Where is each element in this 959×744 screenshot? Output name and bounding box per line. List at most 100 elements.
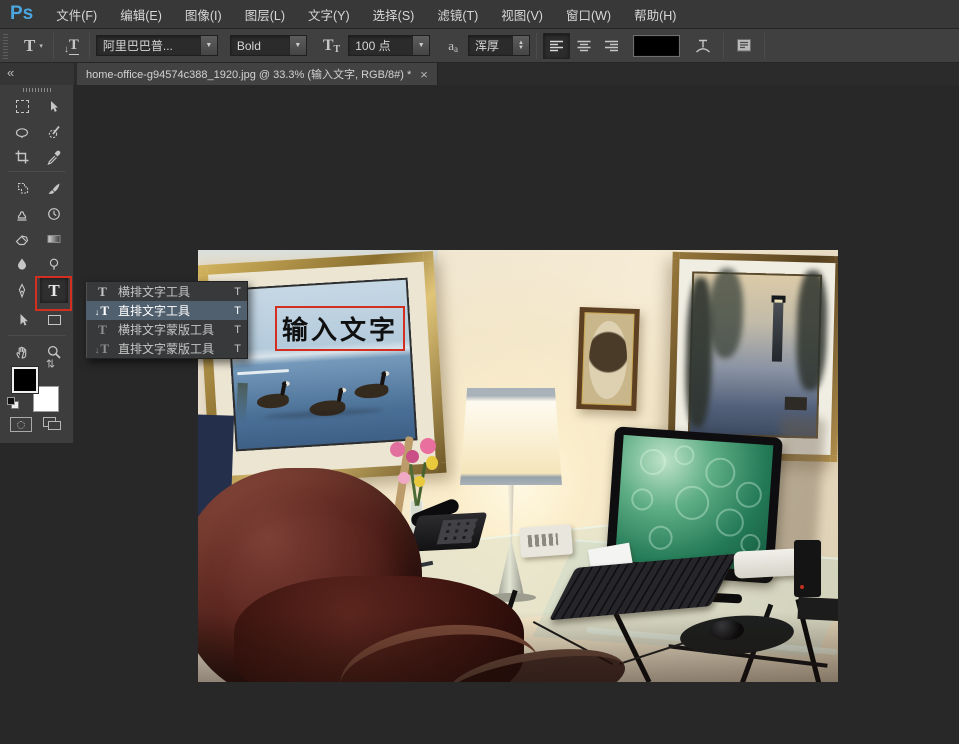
document-canvas[interactable]: 输入文字 — [198, 250, 838, 682]
hand-icon — [14, 344, 30, 360]
brush-icon — [46, 181, 62, 197]
house — [785, 397, 807, 411]
divider — [8, 335, 66, 336]
quick-selection-tool[interactable] — [40, 119, 68, 144]
menu-help[interactable]: 帮助(H) — [634, 5, 676, 24]
default-colors-icon[interactable] — [7, 397, 20, 410]
flyout-item-shortcut: T — [229, 343, 241, 355]
flyout-item-horizontal-type[interactable]: T 横排文字工具 T — [86, 282, 247, 301]
font-size-dropdown-button[interactable]: ▼ — [412, 36, 429, 55]
foreground-color-swatch[interactable] — [12, 367, 38, 393]
menu-edit[interactable]: 编辑(E) — [120, 5, 162, 24]
trees-right — [795, 270, 828, 391]
type-tool-flyout-menu: T 横排文字工具 T ↓T 直排文字工具 T T 横排文字蒙版工具 T ↓T 直… — [85, 281, 248, 359]
close-icon[interactable]: × — [420, 69, 428, 80]
font-size-icon: T T — [319, 37, 344, 55]
align-center-icon — [576, 39, 592, 53]
font-family-value: 阿里巴巴普... — [97, 37, 200, 54]
eraser-icon — [14, 231, 30, 247]
path-selection-tool[interactable] — [8, 307, 36, 332]
menu-image[interactable]: 图像(I) — [185, 5, 222, 24]
document-tab[interactable]: home-office-g94574c388_1920.jpg @ 33.3% … — [77, 63, 438, 85]
flower-magenta — [406, 450, 419, 463]
device-buttons — [528, 533, 559, 547]
lasso-icon — [14, 124, 30, 140]
quick-mask-button[interactable] — [10, 417, 32, 432]
screen-mode-button[interactable] — [41, 415, 63, 437]
gradient-tool[interactable] — [40, 226, 68, 251]
menu-view[interactable]: 视图(V) — [501, 5, 543, 24]
tools-grip[interactable] — [23, 88, 51, 92]
menu-window[interactable]: 窗口(W) — [566, 5, 611, 24]
anti-alias-value: 浑厚 — [469, 37, 512, 54]
options-grip[interactable] — [3, 33, 8, 59]
align-center-button[interactable] — [570, 33, 597, 59]
align-left-button[interactable] — [543, 33, 570, 59]
swap-colors-icon[interactable]: ⇄ — [44, 359, 57, 368]
separator — [53, 33, 54, 59]
flyout-item-shortcut: T — [229, 324, 241, 336]
history-brush-tool[interactable] — [40, 201, 68, 226]
font-style-select[interactable]: Bold ▼ — [230, 35, 307, 56]
flower-pink — [420, 438, 436, 454]
eyedropper-tool[interactable] — [40, 144, 68, 169]
menu-filter[interactable]: 滤镜(T) — [437, 5, 478, 24]
healing-patch-icon — [14, 181, 30, 197]
flyout-item-shortcut: T — [229, 305, 241, 317]
eraser-tool[interactable] — [8, 226, 36, 251]
flower-pink — [390, 442, 405, 457]
clone-stamp-tool[interactable] — [8, 201, 36, 226]
font-size-select[interactable]: 100 点 ▼ — [348, 35, 430, 56]
anti-alias-select[interactable]: 浑厚 ▲ ▼ — [468, 35, 530, 56]
font-style-dropdown-button[interactable]: ▼ — [289, 36, 306, 55]
hand-tool[interactable] — [8, 339, 36, 364]
crop-tool[interactable] — [8, 144, 36, 169]
text-color-swatch[interactable] — [634, 36, 679, 56]
align-right-button[interactable] — [597, 33, 624, 59]
toggle-text-orientation-button[interactable]: ↓ T — [60, 37, 83, 55]
anti-alias-stepper[interactable]: ▲ ▼ — [512, 36, 529, 55]
oval-picture — [588, 320, 629, 399]
router — [733, 548, 800, 578]
pen-tool[interactable] — [8, 278, 36, 303]
warp-text-button[interactable] — [689, 37, 717, 55]
speaker-led — [800, 585, 804, 589]
flower-lightpink — [398, 472, 410, 484]
anti-alias-icon: a a — [444, 38, 462, 54]
flyout-item-vertical-type-mask[interactable]: ↓T 直排文字蒙版工具 T — [86, 339, 247, 358]
photoshop-logo[interactable]: Ps — [10, 3, 33, 25]
menu-file[interactable]: 文件(F) — [56, 5, 97, 24]
dodge-tool[interactable] — [40, 251, 68, 276]
orientation-letter: T — [69, 37, 79, 55]
type-tool-preset[interactable]: T ▾ — [20, 36, 47, 56]
align-right-icon — [603, 39, 619, 53]
menu-select[interactable]: 选择(S) — [373, 5, 415, 24]
font-family-select[interactable]: 阿里巴巴普... ▼ — [96, 35, 218, 56]
blur-tool[interactable] — [8, 251, 36, 276]
gradient-icon — [46, 231, 62, 247]
flyout-icon-arrow: ↓ — [95, 345, 100, 355]
flower-yellow — [414, 476, 425, 487]
menu-layer[interactable]: 图层(L) — [245, 5, 285, 24]
oval-picture-frame — [576, 307, 640, 411]
rectangle-icon — [48, 315, 61, 325]
toolbar-collapse-button[interactable]: « — [0, 63, 74, 85]
magnifier-icon — [46, 344, 62, 360]
type-tool-highlight-box — [35, 276, 72, 311]
healing-brush-tool[interactable] — [8, 176, 36, 201]
lamp-shade — [460, 388, 562, 485]
type-tool-icon: T — [24, 36, 35, 56]
blur-drop-icon — [14, 256, 30, 272]
chevron-down-icon: ▾ — [39, 42, 43, 50]
menu-type[interactable]: 文字(Y) — [308, 5, 350, 24]
move-tool[interactable] — [40, 94, 68, 119]
brush-tool[interactable] — [40, 176, 68, 201]
lasso-tool[interactable] — [8, 119, 36, 144]
options-bar: T ▾ ↓ T 阿里巴巴普... ▼ Bold ▼ T T 100 点 ▼ a … — [0, 29, 959, 63]
flower-yellow — [426, 456, 438, 470]
marquee-tool[interactable] — [8, 94, 36, 119]
flyout-item-horizontal-type-mask[interactable]: T 横排文字蒙版工具 T — [86, 320, 247, 339]
toggle-panels-button[interactable] — [730, 37, 758, 54]
flyout-item-vertical-type[interactable]: ↓T 直排文字工具 T — [86, 301, 247, 320]
font-family-dropdown-button[interactable]: ▼ — [200, 36, 217, 55]
